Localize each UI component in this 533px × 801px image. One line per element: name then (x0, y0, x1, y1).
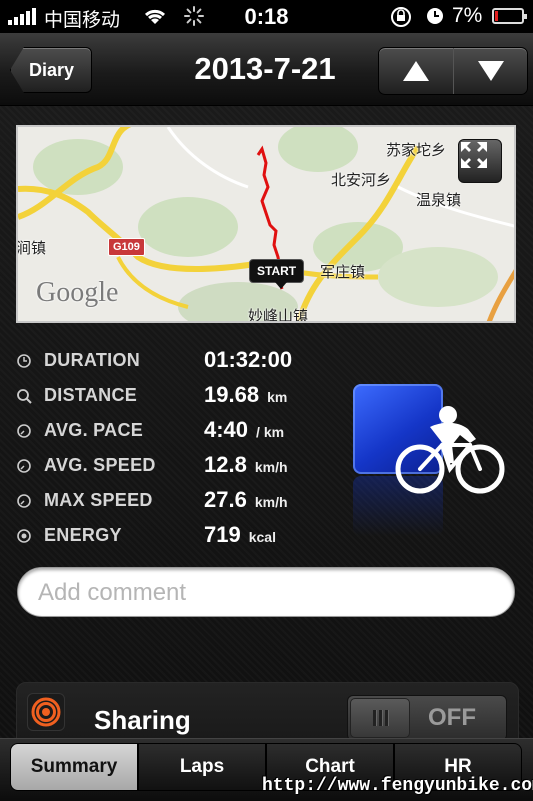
max-speed-icon (17, 494, 31, 508)
stat-unit: km (267, 389, 288, 405)
cycling-icon (395, 406, 505, 494)
stat-duration: DURATION 01:32:00 (16, 347, 336, 375)
map-label: 军庄镇 (320, 264, 366, 281)
map-label: 北安河乡 (331, 172, 392, 189)
diary-back-button[interactable]: Diary (10, 47, 92, 93)
stat-unit: / km (256, 424, 285, 440)
road-badge: G109 (108, 238, 145, 256)
sharing-label: Sharing (94, 705, 191, 735)
comment-input[interactable] (36, 576, 500, 610)
stat-distance: DISTANCE 19.68 km (16, 382, 336, 410)
stat-max-speed: MAX SPEED 27.6 km/h (16, 487, 336, 515)
battery-icon (492, 8, 527, 24)
stat-label: DISTANCE (44, 385, 138, 405)
map-label: 苏家坨乡 (386, 142, 447, 159)
stat-unit: kcal (248, 529, 276, 545)
stat-value: 12.8 km/h (204, 452, 288, 477)
stat-unit: km/h (254, 459, 288, 475)
stat-avg-speed: AVG. SPEED 12.8 km/h (16, 452, 336, 480)
pace-icon (17, 424, 31, 438)
previous-day-button[interactable] (379, 48, 454, 94)
clock-icon (17, 354, 31, 368)
stat-unit: km/h (254, 494, 288, 510)
comment-box[interactable] (17, 567, 515, 617)
stat-label: ENERGY (44, 525, 122, 545)
battery-percentage: 7% (452, 4, 483, 27)
tab-summary[interactable]: Summary (10, 743, 138, 791)
speed-icon (17, 459, 31, 473)
alarm-clock-icon (427, 8, 443, 24)
stat-energy: ENERGY 719 kcal (16, 522, 336, 550)
stat-label: AVG. SPEED (44, 455, 156, 475)
sharing-icon-box (27, 693, 65, 731)
broadcast-icon (31, 697, 61, 727)
expand-map-button[interactable] (458, 139, 502, 183)
expand-icon (461, 142, 487, 168)
day-navigation (378, 47, 528, 95)
stat-label: MAX SPEED (44, 490, 153, 510)
toggle-knob[interactable] (350, 698, 410, 738)
status-bar: 中国移动 0:18 7% (0, 0, 533, 33)
page-title: 2013-7-21 (194, 51, 336, 86)
start-marker[interactable]: START (249, 259, 305, 289)
map-label: 涧镇 (16, 240, 47, 257)
stat-label: DURATION (44, 350, 141, 370)
distance-icon (17, 389, 32, 404)
tab-laps[interactable]: Laps (138, 743, 266, 791)
map-label: 温泉镇 (416, 192, 462, 209)
navigation-bar: Diary 2013-7-21 (0, 33, 533, 106)
sharing-toggle[interactable]: OFF (347, 695, 507, 741)
map-label: 妙峰山镇 (248, 308, 309, 323)
energy-icon (17, 529, 31, 543)
stat-avg-pace: AVG. PACE 4:40/ km (16, 417, 336, 445)
arrow-up-icon (403, 61, 429, 81)
arrow-down-icon (478, 61, 504, 81)
back-button-label: Diary (29, 60, 75, 80)
route-map[interactable]: 苏家坨乡 北安河乡 温泉镇 军庄镇 妙峰山镇 涧镇 G109 Google ST… (16, 125, 516, 323)
rotation-lock-icon (391, 7, 411, 27)
stat-value: 719 kcal (204, 522, 276, 547)
next-day-button[interactable] (453, 48, 527, 94)
toggle-state-label: OFF (428, 704, 476, 731)
stat-value: 27.6 km/h (204, 487, 288, 512)
stat-value: 19.68 km (204, 382, 288, 407)
stat-label: AVG. PACE (44, 420, 144, 440)
stat-value: 4:40/ km (204, 417, 285, 442)
google-logo: Google (36, 277, 119, 308)
stat-value: 01:32:00 (204, 347, 293, 372)
watermark-text: http://www.fengyunbike.com (262, 776, 533, 796)
